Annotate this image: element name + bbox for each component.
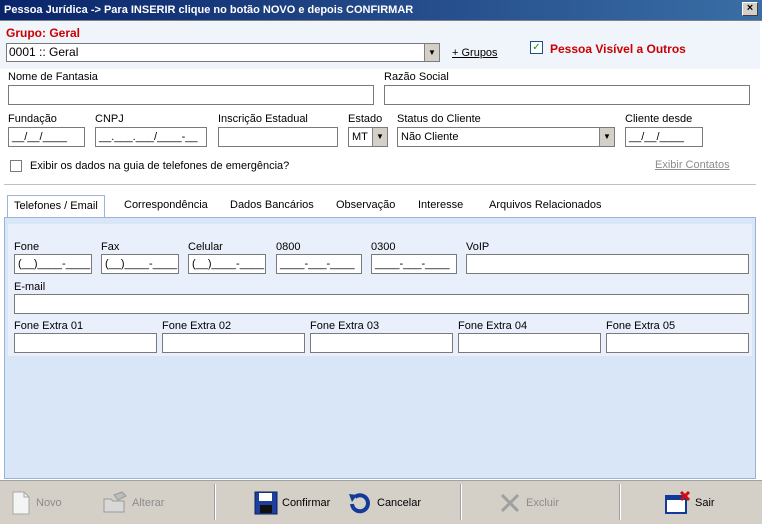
tab-phones-email[interactable]: Telefones / Email	[7, 195, 105, 217]
phone-0800-input[interactable]: ____-___-____	[276, 254, 362, 274]
extra-phone-3-label: Fone Extra 03	[310, 320, 380, 332]
state-label: Estado	[348, 113, 383, 125]
tab-strip: Telefones / Email Correspondência Dados …	[4, 195, 756, 217]
confirm-button[interactable]: Confirmar	[254, 481, 330, 524]
phone-input[interactable]: (__)____-____	[14, 254, 92, 274]
phone-0800-label: 0800	[276, 241, 301, 253]
confirm-button-label: Confirmar	[282, 496, 331, 509]
cnpj-label: CNPJ	[95, 113, 124, 125]
corporate-name-input[interactable]	[384, 85, 750, 105]
client-status-select[interactable]: Não Cliente ▼	[397, 127, 615, 147]
toolbar-separator	[214, 484, 216, 520]
toolbar-separator	[619, 484, 621, 520]
new-button-label: Novo	[36, 496, 62, 509]
client-since-input[interactable]: __/__/____	[625, 127, 703, 147]
email-label: E-mail	[14, 281, 46, 293]
founded-label: Fundação	[8, 113, 57, 125]
show-contacts-link[interactable]: Exibir Contatos	[655, 159, 730, 171]
new-document-icon	[12, 491, 30, 514]
cancel-button[interactable]: Cancelar	[347, 481, 421, 524]
new-button[interactable]: Novo	[10, 481, 62, 524]
phones-section: Fone (__)____-____ Fax (__)____-____ Cel…	[8, 224, 752, 356]
state-registration-input[interactable]	[218, 127, 338, 147]
chevron-down-icon[interactable]: ▼	[599, 128, 614, 146]
email-input[interactable]	[14, 294, 749, 314]
emergency-label: Exibir os dados na guia de telefones de …	[30, 160, 290, 172]
phone-0300-label: 0300	[371, 241, 396, 253]
extra-phone-2-label: Fone Extra 02	[162, 320, 232, 332]
state-registration-label: Inscrição Estadual	[218, 113, 308, 125]
tab-observation[interactable]: Observação	[336, 199, 395, 211]
divider	[4, 184, 756, 185]
delete-button[interactable]: Excluir	[498, 481, 559, 524]
mobile-input[interactable]: (__)____-____	[188, 254, 266, 274]
undo-icon	[349, 492, 370, 513]
delete-x-icon	[500, 493, 520, 512]
close-button[interactable]: ×	[742, 2, 758, 16]
extra-phone-5-input[interactable]	[606, 333, 749, 353]
window-title-bar: Pessoa Jurídica -> Para INSERIR clique n…	[0, 0, 762, 20]
cnpj-input[interactable]: __.___.___/____-__	[95, 127, 207, 147]
visible-label: Pessoa Visível a Outros	[550, 42, 686, 56]
chevron-down-icon[interactable]: ▼	[424, 44, 439, 61]
state-select[interactable]: MT ▼	[348, 127, 388, 147]
fax-label: Fax	[101, 241, 120, 253]
extra-phone-4-label: Fone Extra 04	[458, 320, 528, 332]
edit-button-label: Alterar	[132, 496, 165, 509]
main-pane: Grupo: Geral 0001 :: Geral ▼ + Grupos ✓ …	[0, 20, 762, 480]
group-select[interactable]: 0001 :: Geral ▼	[6, 43, 440, 62]
extra-phone-3-input[interactable]	[310, 333, 453, 353]
save-icon	[254, 491, 278, 514]
edit-button[interactable]: Alterar	[102, 481, 164, 524]
exit-button-label: Sair	[695, 496, 715, 509]
window-title: Pessoa Jurídica -> Para INSERIR clique n…	[4, 4, 414, 16]
tab-bank-data[interactable]: Dados Bancários	[230, 199, 314, 211]
emergency-checkbox[interactable]	[10, 160, 22, 172]
phone-label: Fone	[14, 241, 40, 253]
tab-related-files[interactable]: Arquivos Relacionados	[489, 199, 602, 211]
visible-checkbox[interactable]: ✓	[530, 41, 543, 54]
chevron-down-icon[interactable]: ▼	[372, 128, 387, 146]
extra-phone-4-input[interactable]	[458, 333, 601, 353]
mobile-label: Celular	[188, 241, 223, 253]
delete-button-label: Excluir	[526, 496, 560, 509]
toolbar-separator	[460, 484, 462, 520]
tab-correspondence[interactable]: Correspondência	[124, 199, 208, 211]
extra-phone-5-label: Fone Extra 05	[606, 320, 676, 332]
bottom-toolbar: Novo Alterar Confirmar Cancelar Excluir	[0, 480, 762, 523]
phone-0300-input[interactable]: ____-___-____	[371, 254, 457, 274]
tab-interest[interactable]: Interesse	[418, 199, 463, 211]
tab-panel: Fone (__)____-____ Fax (__)____-____ Cel…	[4, 217, 756, 479]
edit-folder-icon	[103, 490, 127, 512]
founded-input[interactable]: __/__/____	[8, 127, 85, 147]
fantasy-name-input[interactable]	[8, 85, 374, 105]
check-icon: ✓	[532, 42, 541, 53]
add-groups-link[interactable]: + Grupos	[452, 47, 498, 59]
state-select-value: MT	[352, 131, 368, 143]
group-title: Grupo: Geral	[6, 26, 81, 40]
fantasy-name-label: Nome de Fantasia	[8, 71, 98, 83]
corporate-name-label: Razão Social	[384, 71, 449, 83]
client-status-value: Não Cliente	[401, 131, 459, 143]
group-select-value: 0001 :: Geral	[9, 45, 79, 59]
extra-phone-2-input[interactable]	[162, 333, 305, 353]
exit-button[interactable]: Sair	[665, 481, 715, 524]
exit-window-icon	[665, 490, 691, 514]
client-status-label: Status do Cliente	[397, 113, 481, 125]
client-since-label: Cliente desde	[625, 113, 693, 125]
extra-phone-1-label: Fone Extra 01	[14, 320, 84, 332]
voip-input[interactable]	[466, 254, 749, 274]
fax-input[interactable]: (__)____-____	[101, 254, 179, 274]
cancel-button-label: Cancelar	[377, 496, 422, 509]
extra-phone-1-input[interactable]	[14, 333, 157, 353]
close-icon: ×	[746, 2, 754, 14]
voip-label: VoIP	[466, 241, 490, 253]
